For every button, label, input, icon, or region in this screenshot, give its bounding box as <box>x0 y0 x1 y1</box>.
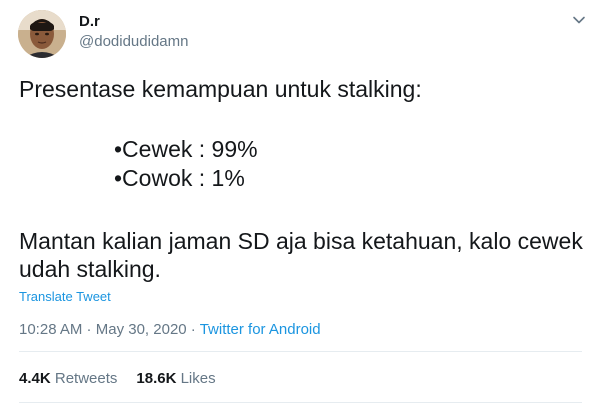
tweet-text-line: Mantan kalian jaman SD aja bisa ketahuan… <box>19 228 583 254</box>
meta-separator: · <box>186 321 200 338</box>
tweet-card: D.r @dodidudidamn Presentase kemampuan u… <box>0 0 601 407</box>
tweet-text-line: udah stalking. <box>19 256 161 282</box>
retweets-stat[interactable]: 4.4K Retweets <box>19 370 117 387</box>
meta-separator: · <box>82 321 96 338</box>
likes-count: 18.6K <box>136 370 177 387</box>
divider <box>19 351 582 352</box>
tweet-text-line: Presentase kemampuan untuk stalking: <box>19 76 422 102</box>
translate-tweet-link[interactable]: Translate Tweet <box>19 289 111 305</box>
tweet-time[interactable]: 10:28 AM <box>19 321 82 338</box>
likes-stat[interactable]: 18.6K Likes <box>136 370 215 387</box>
avatar[interactable] <box>18 10 66 58</box>
retweets-count: 4.4K <box>19 370 51 387</box>
author-handle[interactable]: @dodidudidamn <box>79 33 188 51</box>
tweet-date[interactable]: May 30, 2020 <box>96 321 187 338</box>
tweet-metadata: 10:28 AM · May 30, 2020 · Twitter for An… <box>19 320 321 340</box>
likes-label: Likes <box>180 370 216 387</box>
tweet-text-line: •Cewek : 99% <box>114 136 258 162</box>
tweet-source-link[interactable]: Twitter for Android <box>200 321 321 338</box>
tweet-stats: 4.4K Retweets 18.6K Likes <box>19 369 216 389</box>
author-display-name[interactable]: D.r <box>79 12 100 32</box>
divider <box>19 402 582 403</box>
profile-photo-icon <box>18 10 66 58</box>
retweets-label: Retweets <box>54 370 118 387</box>
tweet-text-line: •Cowok : 1% <box>114 165 245 191</box>
chevron-down-icon[interactable] <box>571 12 587 28</box>
